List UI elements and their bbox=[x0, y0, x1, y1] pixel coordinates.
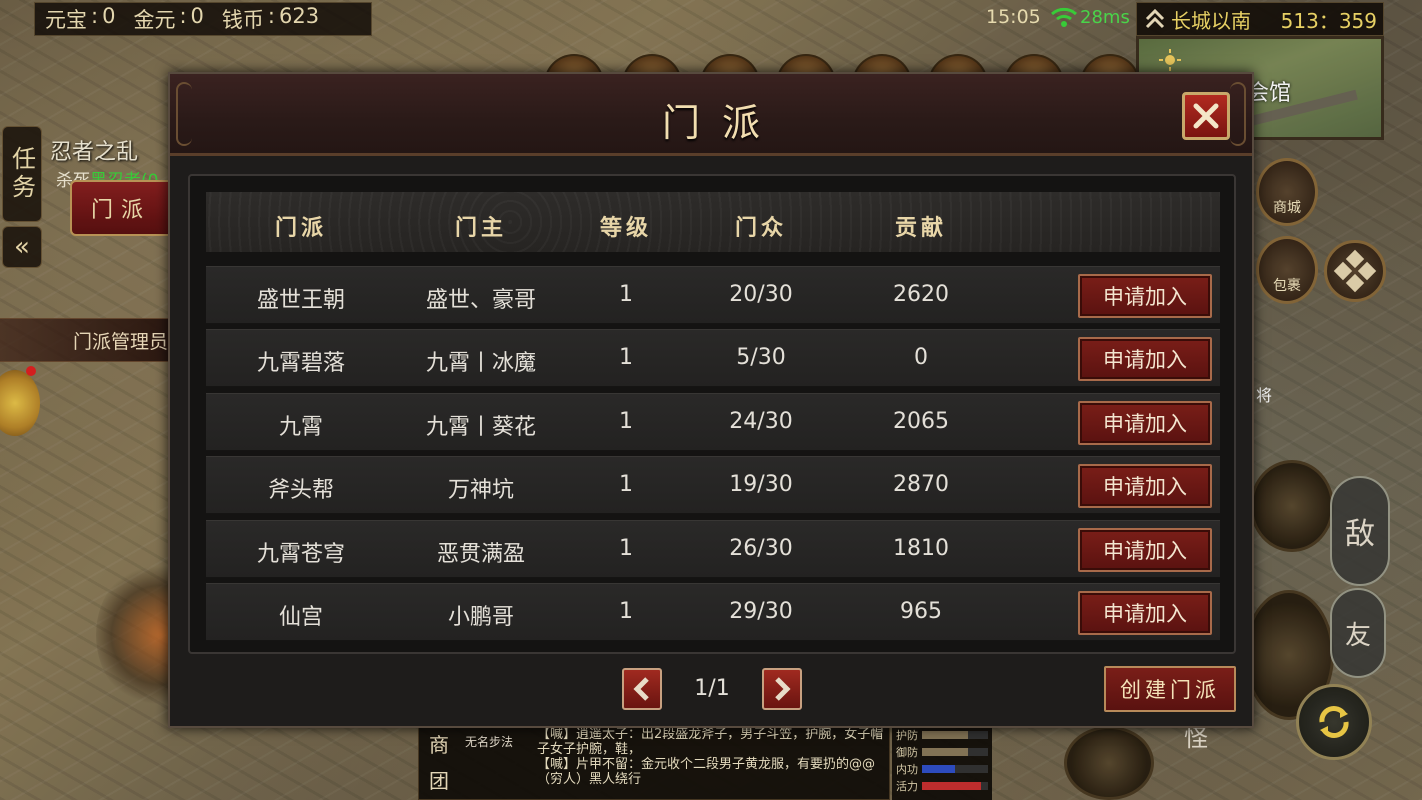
cell-level: 1 bbox=[619, 535, 633, 561]
cell-leader: 万神坑 bbox=[447, 478, 514, 504]
apply-join-button[interactable]: 申请加入 bbox=[1078, 527, 1212, 572]
sect-dialog: 门派 门派 门主 等级 门众 贡献 盛世王朝 盛世、豪哥 1 20/30 262… bbox=[168, 72, 1254, 728]
cell-contribution: 1810 bbox=[893, 535, 949, 561]
cell-members: 24/30 bbox=[729, 408, 793, 434]
cell-sect-name: 九霄苍穹 bbox=[256, 541, 345, 567]
cell-leader: 九霄丨冰魔 bbox=[425, 351, 536, 377]
table-row[interactable]: 仙宫 小鹏哥 1 29/30 965 申请加入 bbox=[206, 582, 1220, 641]
cell-sect-name: 仙宫 bbox=[278, 604, 323, 630]
table-row[interactable]: 九霄碧落 九霄丨冰魔 1 5/30 0 申请加入 bbox=[206, 329, 1220, 388]
table-row[interactable]: 斧头帮 万神坑 1 19/30 2870 申请加入 bbox=[206, 456, 1220, 515]
table-body: 盛世王朝 盛世、豪哥 1 20/30 2620 申请加入 九霄碧落 九霄丨冰魔 … bbox=[206, 266, 1220, 646]
next-page-button[interactable] bbox=[762, 668, 802, 710]
cell-level: 1 bbox=[619, 345, 633, 371]
cell-members: 26/30 bbox=[729, 535, 793, 561]
dialog-header: 门派 bbox=[170, 74, 1252, 156]
apply-join-button[interactable]: 申请加入 bbox=[1078, 337, 1212, 382]
page-indicator: 1/1 bbox=[694, 676, 730, 701]
apply-join-button[interactable]: 申请加入 bbox=[1078, 400, 1212, 445]
table-header: 门派 门主 等级 门众 贡献 bbox=[206, 192, 1220, 252]
cell-level: 1 bbox=[619, 408, 633, 434]
column-header-level: 等级 bbox=[599, 215, 652, 241]
cell-sect-name: 盛世王朝 bbox=[256, 288, 345, 313]
cell-level: 1 bbox=[619, 282, 633, 307]
column-header-sect: 门派 bbox=[274, 215, 327, 241]
cell-members: 20/30 bbox=[729, 282, 793, 307]
cell-level: 1 bbox=[619, 472, 633, 498]
cell-level: 1 bbox=[619, 598, 633, 624]
cell-members: 29/30 bbox=[729, 598, 793, 624]
column-header-contribution: 贡献 bbox=[894, 215, 947, 241]
cell-leader: 小鹏哥 bbox=[447, 604, 514, 630]
cell-leader: 恶贯满盈 bbox=[436, 541, 525, 567]
cell-members: 5/30 bbox=[736, 345, 786, 371]
column-header-leader: 门主 bbox=[454, 215, 507, 241]
chevron-left-icon bbox=[633, 677, 649, 701]
cell-contribution: 965 bbox=[900, 598, 942, 624]
dialog-title: 门派 bbox=[661, 101, 782, 145]
cell-contribution: 2620 bbox=[893, 282, 949, 307]
create-sect-button[interactable]: 创建门派 bbox=[1104, 666, 1236, 712]
pagination: 1/1 创建门派 bbox=[170, 666, 1252, 712]
apply-join-button[interactable]: 申请加入 bbox=[1078, 274, 1212, 318]
cell-members: 19/30 bbox=[729, 472, 793, 498]
cell-contribution: 0 bbox=[914, 345, 928, 371]
cell-contribution: 2870 bbox=[893, 472, 949, 498]
apply-join-button[interactable]: 申请加入 bbox=[1078, 590, 1212, 635]
table-row[interactable]: 盛世王朝 盛世、豪哥 1 20/30 2620 申请加入 bbox=[206, 266, 1220, 324]
apply-join-button[interactable]: 申请加入 bbox=[1078, 464, 1212, 509]
cell-sect-name: 九霄碧落 bbox=[256, 351, 345, 377]
table-row[interactable]: 九霄 九霄丨葵花 1 24/30 2065 申请加入 bbox=[206, 392, 1220, 451]
cell-sect-name: 九霄 bbox=[278, 414, 323, 440]
column-header-members: 门众 bbox=[734, 215, 787, 241]
cell-leader: 九霄丨葵花 bbox=[425, 414, 536, 440]
close-icon bbox=[1193, 103, 1219, 129]
cell-sect-name: 斧头帮 bbox=[267, 478, 334, 504]
prev-page-button[interactable] bbox=[622, 668, 662, 710]
close-button[interactable] bbox=[1182, 92, 1230, 140]
sect-table: 门派 门主 等级 门众 贡献 盛世王朝 盛世、豪哥 1 20/30 2620 申… bbox=[188, 174, 1236, 654]
chevron-right-icon bbox=[775, 677, 791, 701]
cell-contribution: 2065 bbox=[893, 408, 949, 434]
cell-leader: 盛世、豪哥 bbox=[425, 288, 536, 313]
table-row[interactable]: 九霄苍穹 恶贯满盈 1 26/30 1810 申请加入 bbox=[206, 519, 1220, 578]
